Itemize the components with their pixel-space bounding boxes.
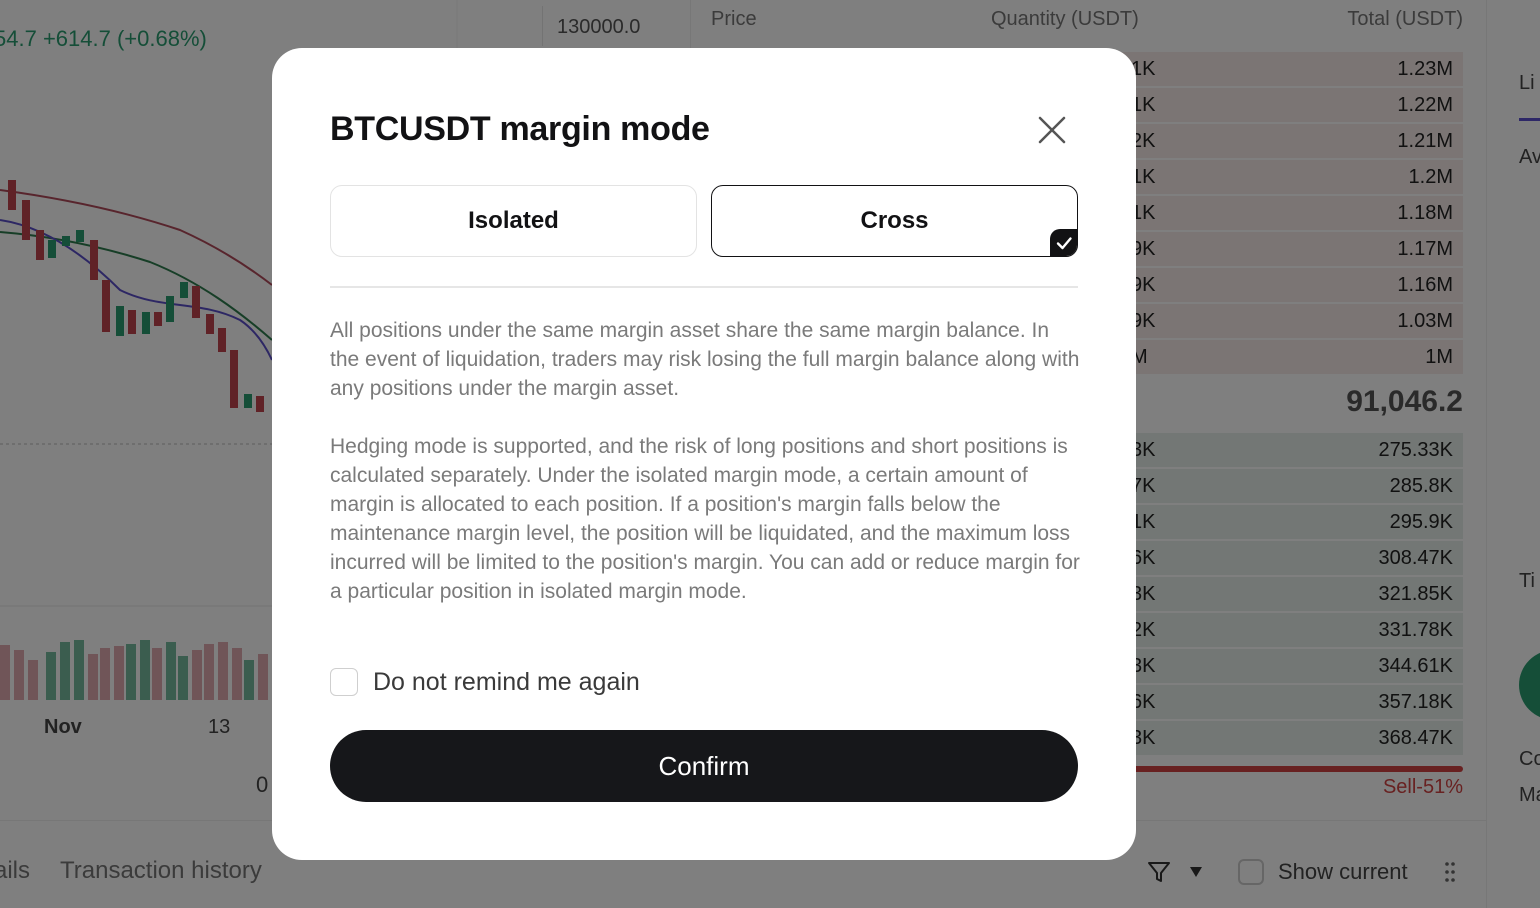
isolated-mode-label: Isolated [468, 207, 559, 234]
dialog-title: BTCUSDT margin mode [330, 110, 710, 148]
confirm-button-label: Confirm [658, 750, 750, 781]
cross-mode-description: All positions under the same margin asse… [330, 319, 1080, 400]
do-not-remind-checkbox[interactable] [330, 668, 358, 696]
cross-mode-option[interactable]: Cross [711, 185, 1078, 257]
selected-check-icon [1050, 229, 1077, 256]
isolated-mode-option[interactable]: Isolated [330, 185, 697, 257]
divider [330, 286, 1078, 288]
margin-mode-dialog: BTCUSDT margin mode Isolated Cross All p… [272, 48, 1136, 860]
do-not-remind-label[interactable]: Do not remind me again [373, 668, 640, 697]
close-icon[interactable] [1032, 110, 1072, 150]
confirm-button[interactable]: Confirm [330, 730, 1078, 802]
hedging-mode-description: Hedging mode is supported, and the risk … [330, 435, 1080, 603]
cross-mode-label: Cross [860, 207, 929, 234]
